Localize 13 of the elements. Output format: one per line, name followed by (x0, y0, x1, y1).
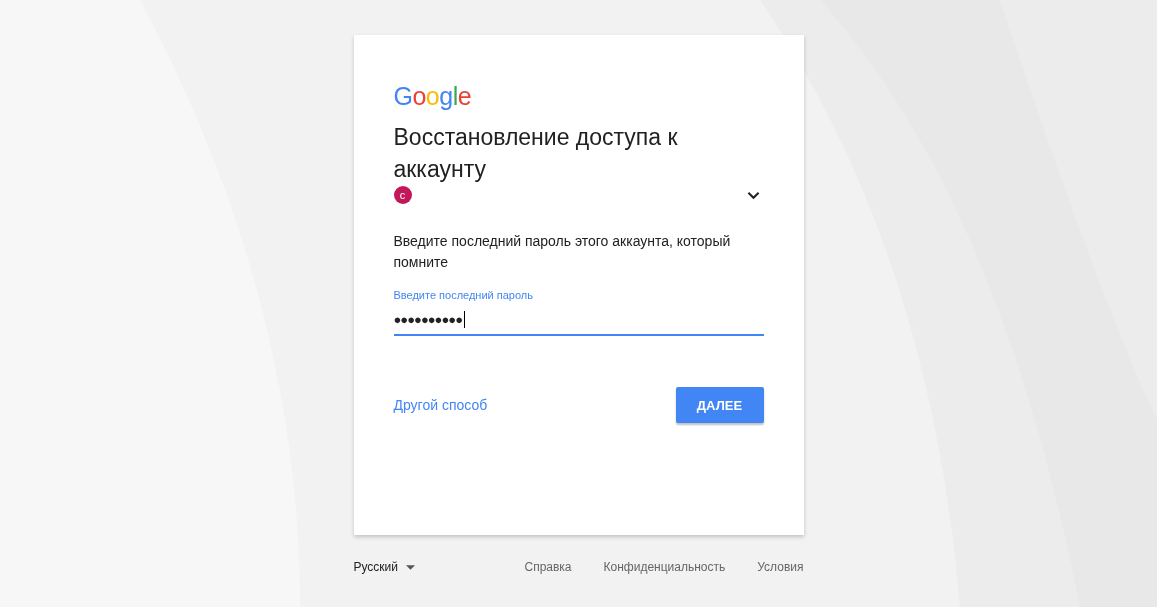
footer-link[interactable]: Справка (524, 560, 572, 574)
password-field[interactable]: Введите последний пароль ●●●●●●●●●● (393, 289, 764, 336)
next-button[interactable]: ДАЛЕЕ (675, 387, 764, 423)
footer-link[interactable]: Условия (757, 560, 804, 574)
chevron-down-icon[interactable] (746, 190, 760, 200)
other-way-link[interactable]: Другой способ (393, 397, 488, 413)
language-dropdown[interactable]: Русский (353, 560, 416, 574)
avatar: c (393, 186, 412, 204)
dropdown-arrow-icon (406, 564, 416, 570)
google-logo: Google (393, 83, 472, 109)
footer-link[interactable]: Конфиденциальность (603, 560, 726, 574)
page-title: Восстановление доступа к аккаунту (393, 123, 679, 184)
prompt-text: Введите последний пароль этого аккаунта, который помните (393, 232, 732, 272)
